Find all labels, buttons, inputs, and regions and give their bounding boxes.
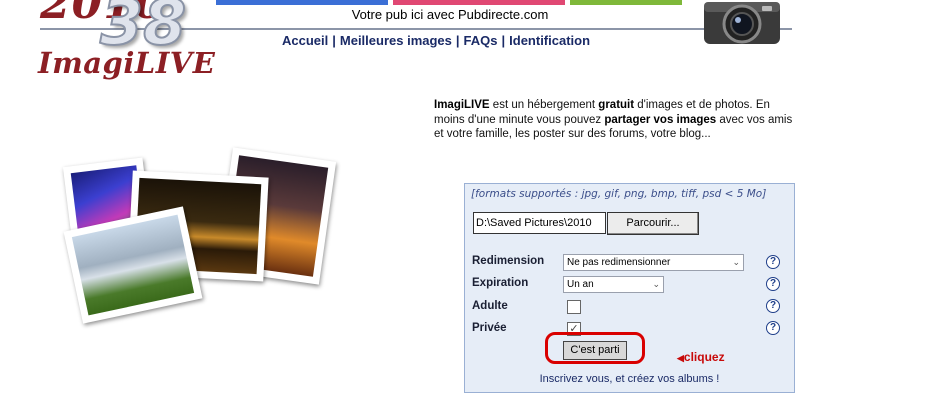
nav-separator: | [455, 33, 460, 48]
click-arrow-icon: ◀ [677, 353, 684, 363]
file-path-input[interactable]: D:\Saved Pictures\2010 [473, 212, 606, 234]
supported-formats: [formats supportés : jpg, gif, png, bmp,… [471, 188, 767, 200]
header-bar-green [570, 0, 682, 5]
expiration-help-icon[interactable]: ? [766, 277, 780, 291]
private-help-icon[interactable]: ? [766, 321, 780, 335]
nav-faqs[interactable]: FAQs [464, 33, 498, 48]
nav-accueil[interactable]: Accueil [282, 33, 328, 48]
adult-label: Adulte [472, 300, 508, 312]
intro-share: partager vos images [604, 113, 717, 126]
browse-button[interactable]: Parcourir... [607, 212, 699, 235]
intro-part-1: est un hébergement [489, 99, 599, 111]
resize-select-value: Ne pas redimensionner [567, 257, 671, 268]
expiration-label: Expiration [472, 277, 529, 289]
expiration-select-value: Un an [567, 279, 594, 290]
nav-identification[interactable]: Identification [509, 33, 590, 48]
intro-brand: ImagiLIVE [434, 99, 490, 111]
photo-collage [62, 147, 337, 324]
camera-icon [700, 0, 784, 48]
resize-help-icon[interactable]: ? [766, 255, 780, 269]
intro-free: gratuit [598, 99, 635, 111]
resize-label: Redimension [472, 255, 545, 267]
click-hint: ◀cliquez [677, 350, 725, 364]
nav-separator: | [501, 33, 506, 48]
intro-text: ImagiLIVE est un hébergement gratuit d'i… [434, 98, 799, 142]
resize-select[interactable]: Ne pas redimensionner ⌄ [563, 254, 744, 271]
header-bar-blue [216, 0, 388, 5]
main-nav: Accueil | Meilleures images | FAQs | Identific… [282, 33, 590, 48]
chevron-down-icon: ⌄ [652, 279, 660, 289]
upload-form: [formats supportés : jpg, gif, png, bmp,… [464, 183, 795, 393]
nav-separator: | [332, 33, 336, 48]
submit-button[interactable]: C'est parti [563, 341, 627, 360]
expiration-select[interactable]: Un an ⌄ [563, 276, 664, 293]
nav-meilleures-images[interactable]: Meilleures images [340, 33, 452, 48]
adult-checkbox[interactable] [567, 300, 581, 314]
private-label: Privée [472, 322, 507, 334]
adult-help-icon[interactable]: ? [766, 299, 780, 313]
click-hint-text: cliquez [683, 350, 725, 364]
chevron-down-icon: ⌄ [732, 257, 740, 267]
logo-name[interactable]: ImagiLIVE [38, 46, 215, 80]
signup-link[interactable]: Inscrivez vous, et créez vos albums ! [465, 373, 794, 385]
header-bar-pink [393, 0, 565, 5]
